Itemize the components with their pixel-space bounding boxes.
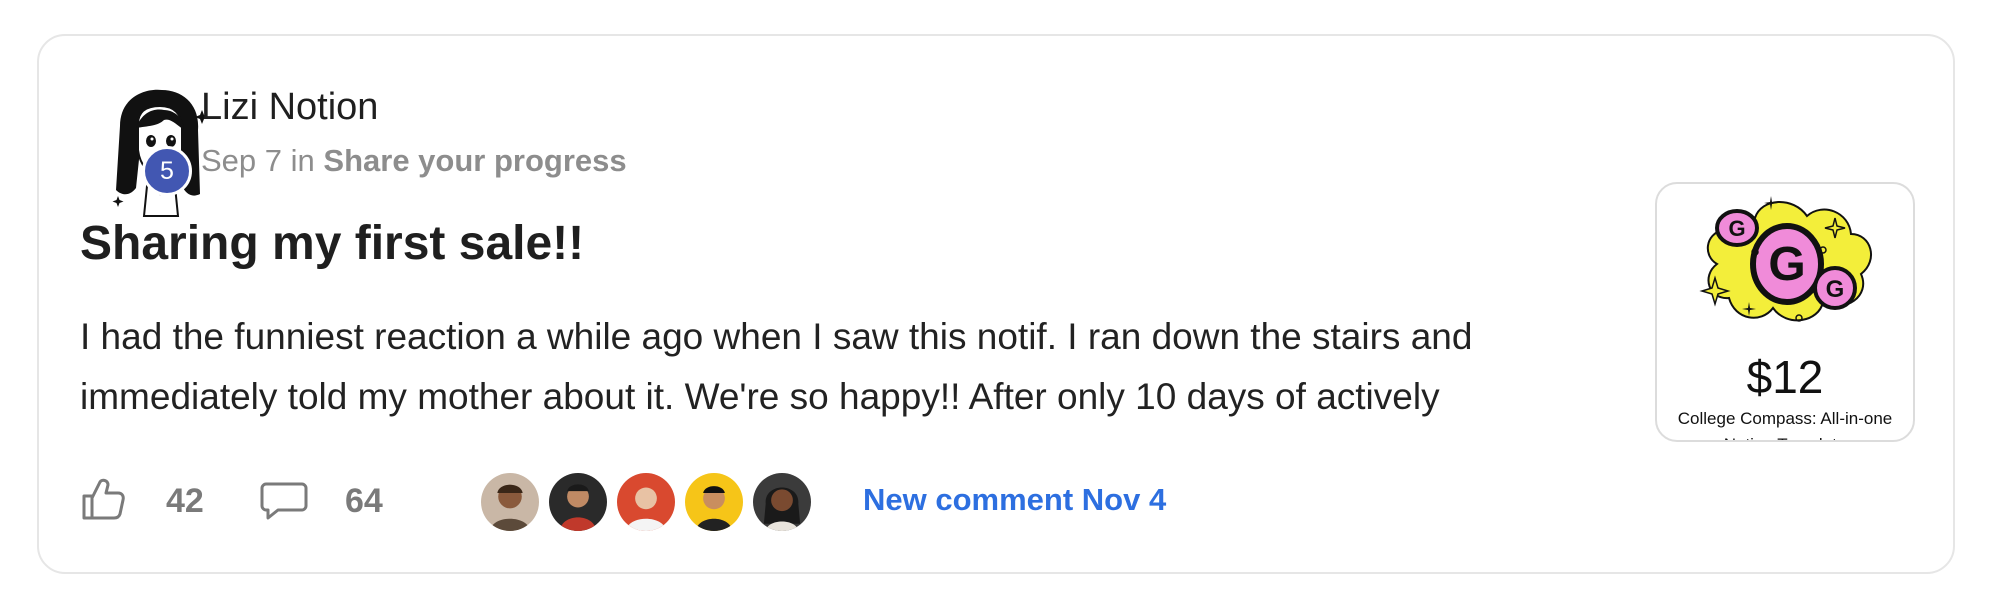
new-comment-link[interactable]: New comment Nov 4 <box>863 482 1166 518</box>
product-logo-image: G G G <box>1699 196 1872 322</box>
post-title[interactable]: Sharing my first sale!! <box>80 216 584 271</box>
commenter-avatar[interactable] <box>478 470 542 534</box>
svg-text:G: G <box>1768 238 1805 291</box>
commenter-avatar[interactable] <box>614 470 678 534</box>
category-link[interactable]: Share your progress <box>323 143 626 178</box>
product-card[interactable]: G G G $12 College Compass: All-in-one No… <box>1655 182 1915 442</box>
author-name[interactable]: Lizi Notion <box>201 86 378 129</box>
commenter-avatar[interactable] <box>682 470 746 534</box>
in-label: in <box>290 143 315 178</box>
commenter-avatar[interactable] <box>546 470 610 534</box>
svg-text:G: G <box>1728 216 1745 241</box>
comment-count: 64 <box>345 482 383 520</box>
thumbs-up-icon[interactable] <box>80 476 126 522</box>
level-badge: 5 <box>142 146 192 196</box>
commenter-avatar[interactable] <box>750 470 814 534</box>
post-meta: Sep 7 in Share your progress <box>201 143 627 179</box>
comment-bubble-icon[interactable] <box>260 480 308 520</box>
post-body[interactable]: I had the funniest reaction a while ago … <box>80 307 1660 427</box>
like-count: 42 <box>166 482 204 520</box>
post-actions: 42 64 New comment Nov 4 <box>80 470 1280 536</box>
product-name: College Compass: All-in-one Notion Templ… <box>1677 409 1893 440</box>
svg-text:G: G <box>1826 276 1845 303</box>
product-price: $12 <box>1746 351 1824 403</box>
post-card[interactable]: 5 Lizi Notion Sep 7 in Share your progre… <box>37 34 1955 574</box>
post-date: Sep 7 <box>201 143 283 178</box>
